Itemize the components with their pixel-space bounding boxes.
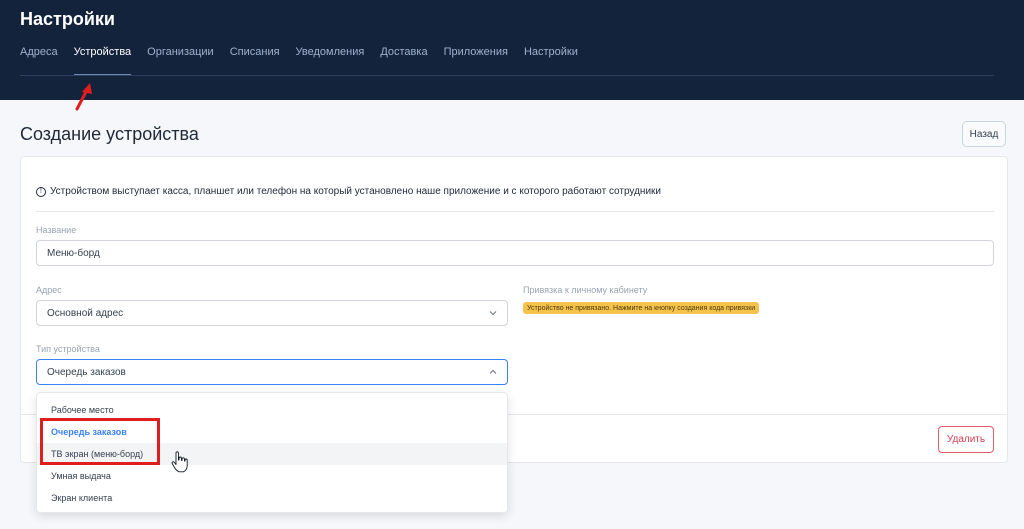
tab-addresses[interactable]: Адреса (20, 46, 58, 76)
address-select-value: Основной адрес (47, 307, 124, 319)
app-title: Настройки (20, 9, 115, 29)
chevron-up-icon (489, 369, 497, 374)
tab-applications[interactable]: Приложения (444, 46, 508, 76)
info-note: ! Устройством выступает касса, планшет и… (36, 186, 661, 197)
divider (36, 211, 994, 212)
header-bar: Настройки Адреса Устройства Организации … (0, 0, 1024, 100)
annotation-highlight-box (40, 418, 160, 465)
device-type-select-value: Очередь заказов (47, 366, 126, 378)
info-text: Устройством выступает касса, планшет или… (50, 186, 662, 197)
address-label: Адрес (36, 285, 62, 295)
tab-delivery[interactable]: Доставка (380, 46, 427, 76)
annotation-arrow-icon (75, 83, 92, 111)
back-button[interactable]: Назад (962, 121, 1006, 147)
tab-notifications[interactable]: Уведомления (296, 46, 365, 76)
tab-organizations[interactable]: Организации (147, 46, 214, 76)
binding-status-badge: Устройство не привязано. Нажмите на кноп… (523, 302, 760, 314)
tab-write-offs[interactable]: Списания (230, 46, 280, 76)
dropdown-option-customer-screen[interactable]: Экран клиента (37, 487, 507, 509)
name-label: Название (36, 225, 77, 235)
hand-cursor-icon (171, 451, 188, 473)
device-type-select[interactable]: Очередь заказов (36, 359, 508, 385)
device-type-label: Тип устройства (36, 344, 100, 354)
settings-tabs: Адреса Устройства Организации Списания У… (20, 46, 578, 76)
delete-button[interactable]: Удалить (938, 426, 994, 453)
page-title: Создание устройства (20, 124, 199, 144)
tab-settings[interactable]: Настройки (524, 46, 578, 76)
tab-devices[interactable]: Устройства (73, 46, 131, 76)
address-select[interactable]: Основной адрес (36, 300, 508, 326)
chevron-down-icon (489, 311, 497, 316)
name-input-value: Меню-борд (47, 247, 100, 259)
binding-label: Привязка к личному кабинету (523, 285, 648, 295)
dropdown-option-smart-pickup[interactable]: Умная выдача (37, 465, 507, 487)
info-circle-icon: ! (36, 186, 46, 197)
tabs-divider (20, 75, 994, 76)
name-input[interactable]: Меню-борд (36, 240, 994, 266)
